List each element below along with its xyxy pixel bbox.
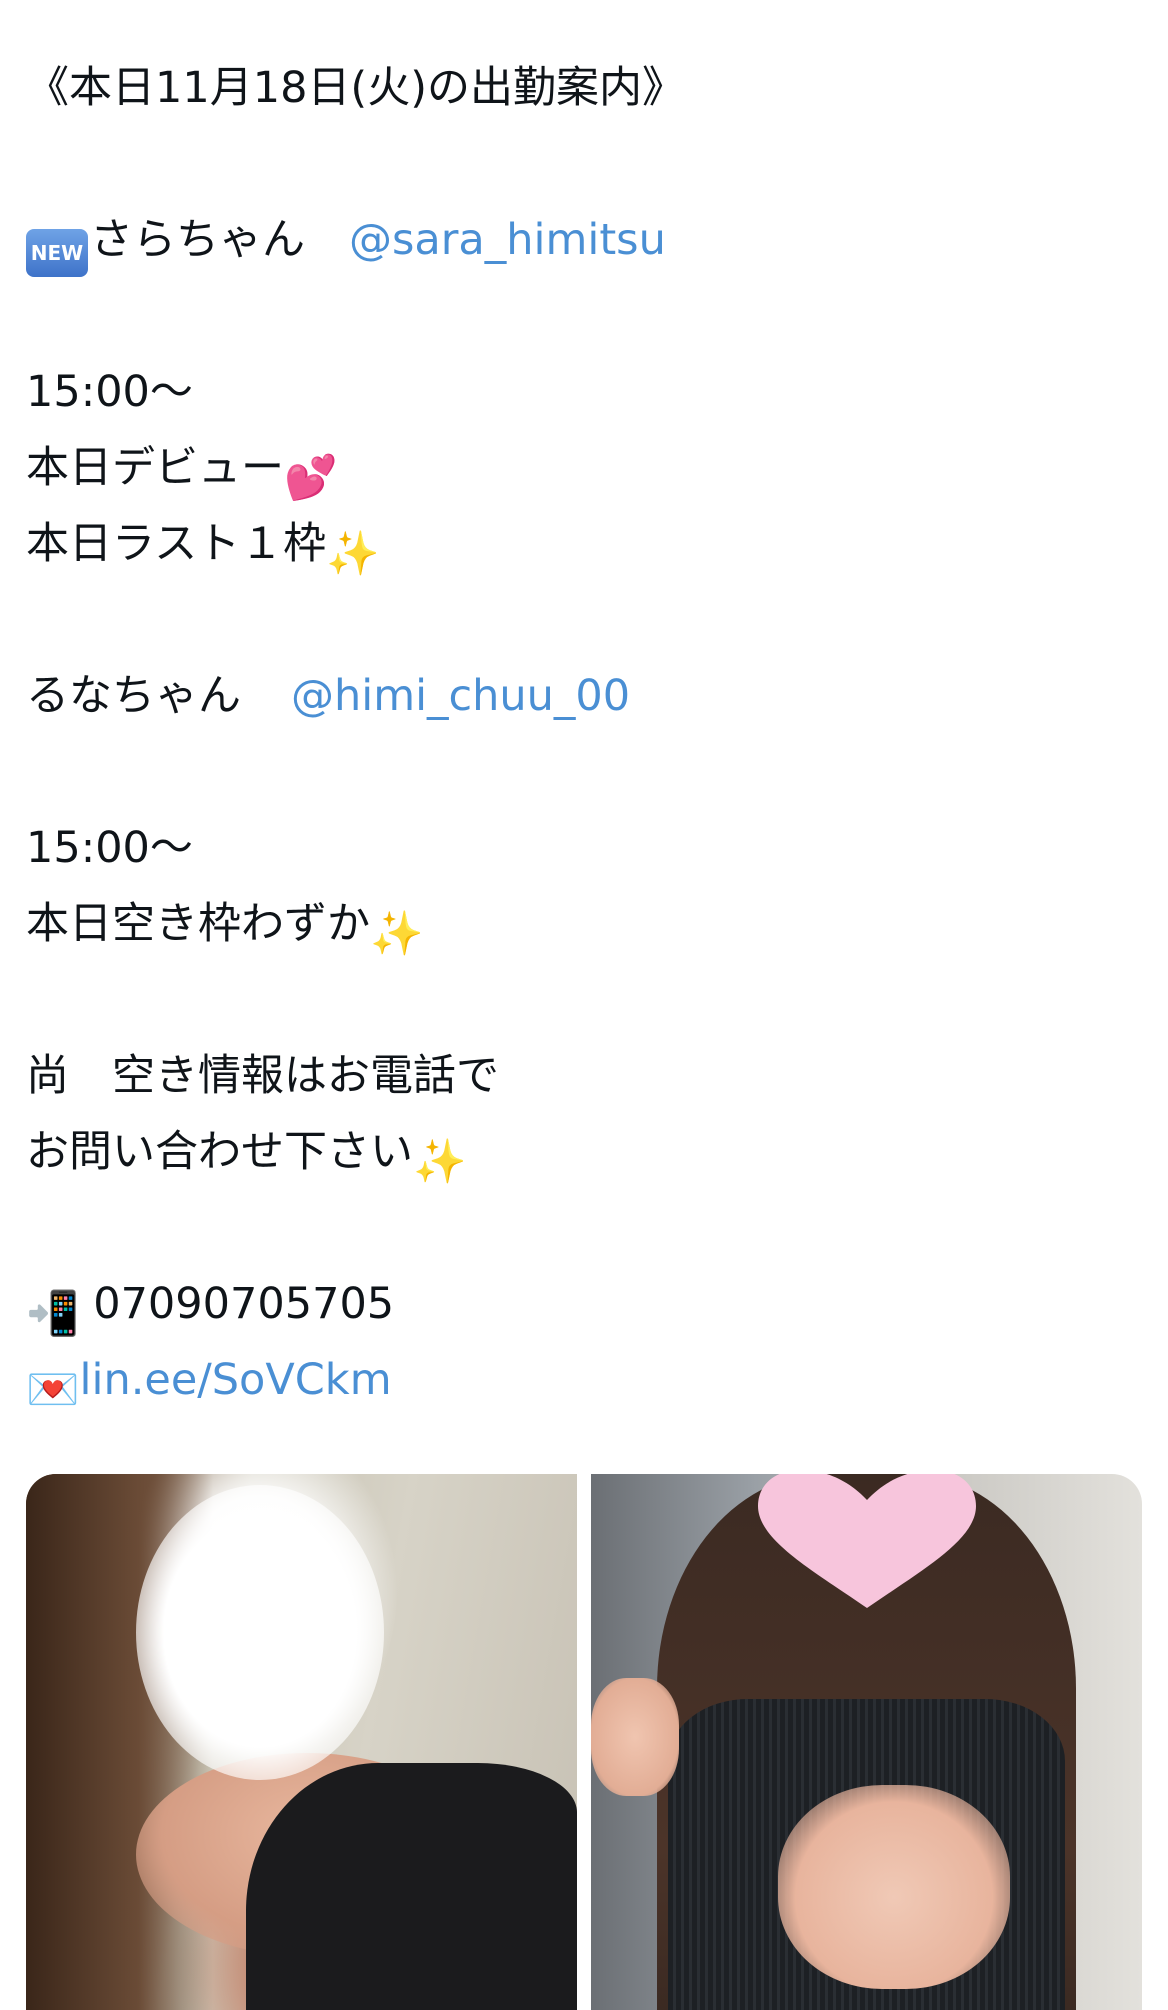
photo-right[interactable]	[591, 1474, 1142, 2010]
cast1-name: さらちゃん	[90, 215, 305, 265]
tweet-header: 《本日11月18日(火)の出勤案内》	[26, 63, 685, 113]
media-grid	[26, 1474, 1142, 2010]
cast2-line: るなちゃん @himi_chuu_00	[26, 658, 1136, 734]
sparkles-icon: ✨	[370, 909, 424, 959]
phone-line: 📲 07090705705	[26, 1266, 1136, 1342]
phone-number: 07090705705	[93, 1279, 395, 1329]
line-link-line: 💌lin.ee/SoVCkm	[26, 1342, 1136, 1418]
face-blur	[136, 1484, 385, 1780]
cast1-note1-text: 本日デビュー	[26, 443, 284, 493]
cast2-handle-link[interactable]: @himi_chuu_00	[291, 671, 630, 721]
sparkles-icon: ✨	[413, 1137, 467, 1187]
cast2-time: 15:00〜	[26, 823, 193, 873]
cast1-time: 15:00〜	[26, 367, 193, 417]
phone-arrow-icon: 📲	[26, 1289, 80, 1339]
love-letter-icon: 💌	[26, 1365, 80, 1415]
heart-sticker-icon	[757, 1474, 976, 1608]
line-link[interactable]: lin.ee/SoVCkm	[80, 1355, 392, 1405]
two-hearts-icon: 💕	[284, 453, 338, 503]
notice-line2: お問い合わせ下さい✨	[26, 1114, 1136, 1190]
cast1-note1: 本日デビュー💕	[26, 430, 1136, 506]
photo-left[interactable]	[26, 1474, 577, 2010]
cast2-note1-text: 本日空き枠わずか	[26, 899, 370, 949]
tweet-text: 《本日11月18日(火)の出勤案内》 NEW さらちゃん @sara_himitsu…	[26, 50, 1136, 1418]
notice-line1: 尚 空き情報はお電話で	[26, 1051, 499, 1101]
notice-line2-text: お問い合わせ下さい	[26, 1127, 413, 1177]
sparkles-icon: ✨	[326, 529, 380, 579]
cast2-name: るなちゃん	[26, 671, 241, 721]
cast2-note1: 本日空き枠わずか✨	[26, 886, 1136, 962]
cast1-line: NEW さらちゃん @sara_himitsu	[26, 202, 1136, 278]
cast1-handle-link[interactable]: @sara_himitsu	[349, 215, 666, 265]
cast1-note2-text: 本日ラスト１枠	[26, 519, 327, 569]
cast1-note2: 本日ラスト１枠✨	[26, 506, 1136, 582]
new-badge-icon: NEW	[26, 229, 88, 277]
